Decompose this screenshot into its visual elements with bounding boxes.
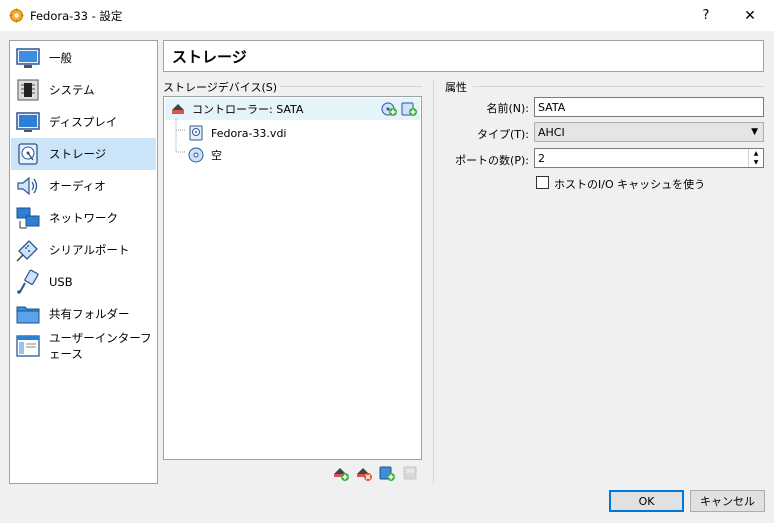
- add-optical-drive-icon[interactable]: [381, 101, 397, 117]
- sidebar-item-label: USB: [49, 275, 73, 289]
- controller-icon: [172, 104, 184, 114]
- serial-port-icon: [16, 240, 38, 262]
- sidebar-item-user-interface[interactable]: ユーザーインターフェース: [11, 330, 156, 362]
- sidebar-item-serial-port[interactable]: シリアルポート: [11, 234, 156, 266]
- sidebar-item-label: オーディオ: [49, 179, 106, 193]
- system-icon: [17, 79, 39, 101]
- sidebar-item-label: ストレージ: [49, 147, 107, 161]
- type-select[interactable]: AHCI ▼: [534, 122, 764, 142]
- ports-label: ポートの数(P):: [455, 154, 529, 167]
- sidebar-item-label: ユーザーインターフェース: [49, 331, 152, 361]
- sidebar-item-label: シリアルポート: [49, 243, 130, 257]
- usb-icon: [17, 269, 39, 294]
- network-icon: [16, 207, 40, 229]
- tree-item-label: Fedora-33.vdi: [211, 126, 287, 140]
- sidebar-item-shared-folder[interactable]: 共有フォルダー: [11, 298, 156, 330]
- settings-sidebar: 一般 システム ディスプレイ ストレージ オーディオ ネットワーク シリアルポー…: [9, 40, 158, 484]
- display-icon: [16, 112, 40, 132]
- shared-folder-icon: [16, 306, 40, 324]
- chevron-down-icon: ▼: [751, 127, 758, 137]
- remove-attachment-icon[interactable]: [402, 465, 418, 481]
- add-controller-icon[interactable]: [333, 465, 349, 481]
- sidebar-item-display[interactable]: ディスプレイ: [11, 106, 156, 138]
- optical-disc-icon: [188, 147, 204, 163]
- window-title: Fedora-33 - 設定: [30, 9, 123, 23]
- sidebar-item-label: ネットワーク: [49, 211, 118, 225]
- tree-item-optical[interactable]: 空: [165, 144, 420, 166]
- tree-item-hard-disk[interactable]: Fedora-33.vdi: [165, 119, 420, 153]
- type-label: タイプ(T):: [476, 128, 529, 141]
- section-divider: [266, 86, 422, 87]
- host-io-cache-checkbox[interactable]: [536, 176, 549, 189]
- storage-devices-label: ストレージデバイス(S): [163, 79, 281, 95]
- spin-up-icon[interactable]: ▲: [749, 149, 763, 158]
- sidebar-item-audio[interactable]: オーディオ: [11, 170, 156, 202]
- tree-item-label: 空: [211, 149, 222, 162]
- add-attachment-icon[interactable]: [379, 465, 395, 481]
- sidebar-item-general[interactable]: 一般: [11, 42, 156, 74]
- audio-icon: [17, 176, 38, 196]
- sidebar-item-label: 共有フォルダー: [49, 307, 130, 321]
- sidebar-item-label: システム: [49, 83, 95, 97]
- remove-controller-icon[interactable]: [356, 465, 372, 481]
- name-label: 名前(N):: [486, 102, 529, 115]
- help-button[interactable]: ?: [684, 0, 728, 31]
- page-title: ストレージ: [163, 40, 764, 72]
- hard-disk-icon: [189, 125, 203, 141]
- cancel-button[interactable]: キャンセル: [690, 490, 765, 512]
- attributes-label: 属性: [445, 79, 470, 95]
- sidebar-item-label: ディスプレイ: [49, 115, 118, 129]
- section-divider: [473, 86, 764, 87]
- panel-divider: [433, 79, 434, 483]
- title-bar: Fedora-33 - 設定 ? ✕: [0, 0, 774, 31]
- sidebar-item-label: 一般: [49, 51, 72, 65]
- sidebar-item-storage[interactable]: ストレージ: [11, 138, 156, 170]
- tree-item-controller[interactable]: コントローラー: SATA: [165, 98, 420, 120]
- spin-down-icon[interactable]: ▼: [749, 158, 763, 167]
- ports-stepper[interactable]: 2 ▲ ▼: [534, 148, 764, 168]
- spin-buttons[interactable]: ▲ ▼: [748, 149, 763, 167]
- virtualbox-gear-icon: [9, 8, 24, 23]
- general-icon: [16, 48, 40, 68]
- ports-value: 2: [538, 151, 545, 165]
- storage-tree: コントローラー: SATA Fedora-33.vdi 空: [163, 96, 422, 460]
- close-button[interactable]: ✕: [728, 0, 772, 31]
- sidebar-item-network[interactable]: ネットワーク: [11, 202, 156, 234]
- sidebar-item-system[interactable]: システム: [11, 74, 156, 106]
- host-io-cache-label: ホストのI/O キャッシュを使う: [554, 178, 706, 191]
- ok-button[interactable]: OK: [609, 490, 684, 512]
- user-interface-icon: [16, 335, 40, 357]
- storage-icon: [18, 143, 38, 165]
- sidebar-item-usb[interactable]: USB: [11, 266, 156, 298]
- type-value: AHCI: [538, 125, 565, 139]
- name-value: SATA: [538, 100, 566, 114]
- tree-item-label: コントローラー: SATA: [192, 103, 304, 116]
- name-field[interactable]: SATA: [534, 97, 764, 117]
- add-hard-disk-icon[interactable]: [401, 101, 417, 117]
